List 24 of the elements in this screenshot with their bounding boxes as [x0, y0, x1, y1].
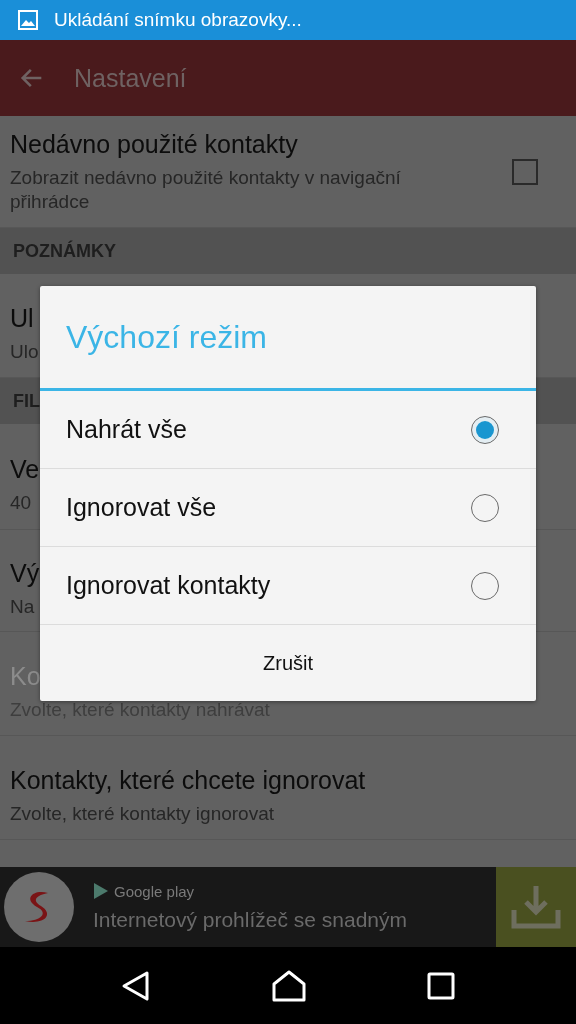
store-name: Google play — [114, 882, 195, 900]
notification-text: Ukládání snímku obrazovky... — [54, 9, 302, 31]
play-icon — [93, 882, 109, 900]
setting-title: Kontakty, které chcete ignorovat — [10, 765, 366, 794]
setting-title: Ul — [10, 303, 34, 332]
image-icon — [18, 10, 38, 30]
radio-button[interactable] — [471, 415, 499, 444]
checkbox[interactable] — [512, 158, 538, 185]
dialog-title: Výchozí režim — [66, 318, 267, 356]
setting-subtitle: 40 — [10, 490, 32, 515]
cancel-button[interactable]: Zrušit — [243, 641, 333, 685]
radio-option[interactable]: Nahrát vše — [40, 391, 536, 469]
logo-icon — [3, 871, 75, 943]
setting-subtitle: Zobrazit nedávno použité kontakty v navigační přihrádce — [10, 165, 402, 214]
ad-text: Internetový prohlížeč se snadným — [93, 908, 408, 932]
setting-subtitle: Na — [10, 594, 35, 619]
setting-title: Ve — [10, 454, 40, 483]
setting-subtitle: Ulo — [10, 339, 39, 364]
toolbar-title: Nastavení — [74, 63, 187, 93]
setting-title: Vý — [10, 558, 40, 587]
radio-option[interactable]: Ignorovat vše — [40, 469, 536, 547]
radio-option[interactable]: Ignorovat kontakty — [40, 547, 536, 625]
setting-title: Nedávno použité kontakty — [10, 129, 298, 158]
setting-subtitle: Zvolte, které kontakty ignorovat — [10, 801, 274, 826]
